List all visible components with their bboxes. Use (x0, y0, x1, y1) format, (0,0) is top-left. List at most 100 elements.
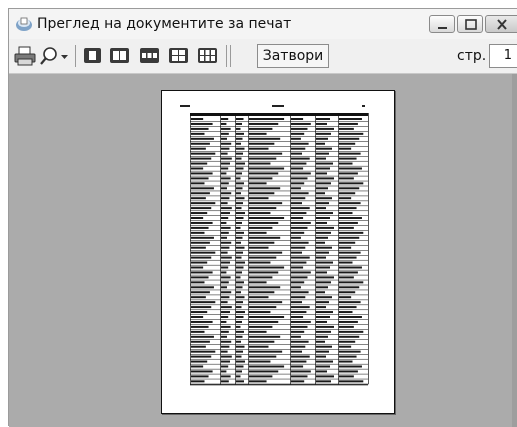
table-cell-text (316, 266, 330, 269)
table-cell-text (221, 142, 232, 145)
table-row-line (190, 274, 368, 276)
table-cell-text (221, 207, 232, 210)
table-cell-text (316, 251, 329, 254)
table-cell-text (191, 256, 212, 259)
table-row-line (190, 230, 368, 231)
table-cell-text (316, 167, 330, 170)
table-cell-text (291, 197, 306, 200)
table-cell-text (339, 320, 358, 323)
page-label: стр. (457, 48, 487, 64)
table-cell-text (291, 241, 309, 244)
table-cell-text (339, 380, 364, 383)
table-cell-text (221, 291, 232, 294)
table-cell-text (191, 335, 214, 338)
two-pages-icon[interactable] (109, 46, 131, 66)
table-row-line (190, 319, 368, 320)
magnifier-icon[interactable] (39, 46, 59, 66)
table-row-line (190, 180, 368, 182)
table-cell-text (221, 340, 232, 343)
table-cell-text (291, 147, 306, 150)
table-row-line (190, 160, 368, 162)
table-cell-text (191, 236, 214, 239)
table-cell-text (339, 202, 361, 205)
table-cell-text (339, 212, 353, 215)
table-cell-text (291, 276, 308, 279)
table-cell-text (236, 306, 242, 309)
close-preview-button[interactable]: Затвори (257, 44, 329, 68)
table-cell-text (316, 350, 329, 353)
table-cell-text (191, 162, 208, 165)
table-cell-text (191, 330, 205, 333)
table-cell-text (221, 355, 232, 358)
zoom-dropdown-icon[interactable] (60, 46, 70, 66)
table-cell-text (291, 182, 305, 185)
table-cell-text (221, 370, 227, 373)
table-cell-text (249, 127, 273, 130)
table-cell-text (191, 231, 205, 234)
table-cell-text (236, 330, 244, 333)
table-cell-text (291, 172, 311, 175)
table-cell-text (249, 118, 285, 120)
table-cell-text (249, 301, 283, 304)
table-cell-text (236, 335, 243, 338)
window-close-button[interactable] (485, 15, 517, 33)
table-cell-text (249, 157, 277, 160)
table-cell-text (221, 167, 229, 170)
vertical-scrollbar[interactable] (512, 74, 517, 427)
table-cell-text (249, 296, 269, 299)
table-cell-text (236, 177, 241, 180)
table-cell-text (221, 335, 227, 338)
table-cell-text (291, 340, 309, 343)
table-cell-text (191, 147, 206, 150)
table-cell-text (236, 118, 244, 120)
one-page-icon[interactable] (83, 46, 103, 66)
title-bar: Преглед на документите за печат (9, 9, 517, 39)
table-cell-text (236, 286, 243, 289)
table-cell-text (291, 311, 307, 314)
table-cell-text (191, 370, 213, 373)
table-cell-text (191, 251, 216, 254)
table-cell-text (316, 316, 330, 318)
table-cell-text (291, 261, 307, 264)
table-cell-text (249, 261, 271, 264)
table-cell-text (221, 172, 227, 175)
toolbar-separator (226, 45, 227, 67)
table-cell-text (191, 325, 209, 328)
minimize-button[interactable] (429, 15, 455, 33)
table-cell-text (291, 122, 311, 125)
table-cell-text (316, 311, 333, 314)
table-cell-text (249, 311, 271, 314)
table-cell-text (236, 296, 245, 299)
table-cell-text (339, 296, 352, 299)
table-cell-text (221, 221, 227, 224)
table-cell-text (339, 122, 358, 125)
table-cell-text (236, 350, 243, 353)
table-cell-text (316, 380, 331, 383)
table-cell-text (249, 350, 283, 353)
table-cell-text (236, 281, 244, 284)
six-pages-icon[interactable] (197, 46, 219, 66)
table-cell-text (339, 137, 360, 140)
four-pages-icon[interactable] (168, 46, 190, 66)
page-number-input[interactable]: 1 (489, 44, 517, 68)
table-cell-text (249, 221, 279, 224)
table-cell-text (221, 187, 227, 190)
maximize-button[interactable] (457, 15, 483, 33)
preview-area[interactable] (9, 74, 517, 427)
table-cell-text (221, 311, 230, 314)
table-cell-text (316, 340, 325, 343)
table-cell-text (249, 271, 279, 274)
table-cell-text (249, 266, 285, 269)
table-cell-text (249, 241, 275, 244)
table-cell-text (249, 246, 269, 249)
table-cell-text (339, 276, 354, 279)
table-cell-text (291, 177, 308, 180)
table-cell-text (291, 266, 304, 269)
printer-icon[interactable] (14, 46, 36, 66)
table-cell-text (221, 241, 232, 244)
three-pages-icon[interactable] (139, 46, 161, 66)
table-row-line (190, 141, 368, 142)
table-cell-text (249, 137, 281, 140)
table-cell-text (191, 365, 204, 368)
table-column-line (368, 113, 369, 385)
